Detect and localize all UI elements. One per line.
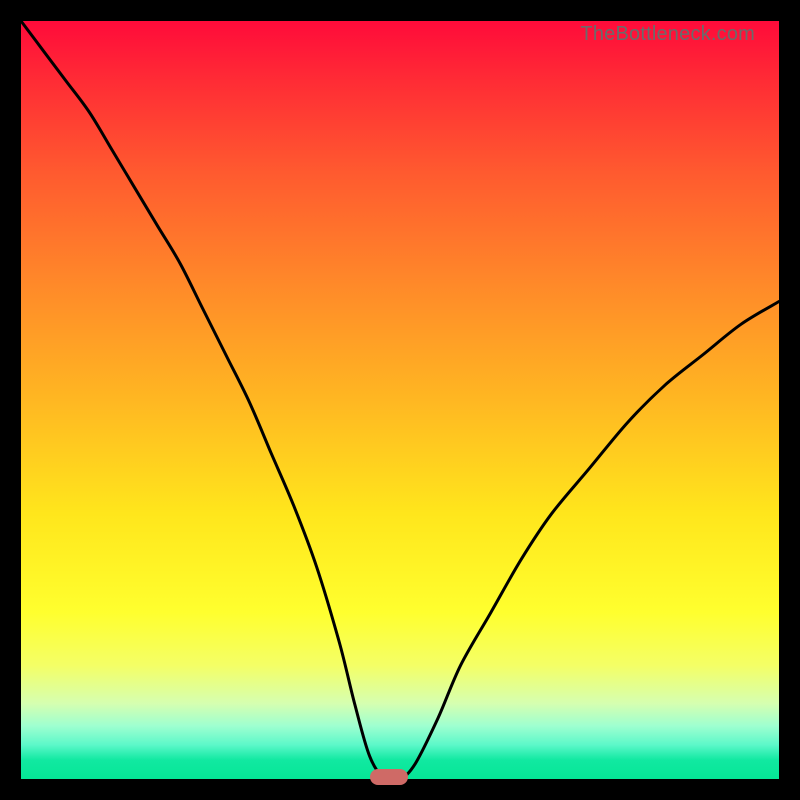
- curve-path: [21, 21, 779, 781]
- chart-frame: TheBottleneck.com: [0, 0, 800, 800]
- bottleneck-curve: [21, 21, 779, 779]
- optimal-marker: [370, 769, 408, 785]
- plot-area: TheBottleneck.com: [21, 21, 779, 779]
